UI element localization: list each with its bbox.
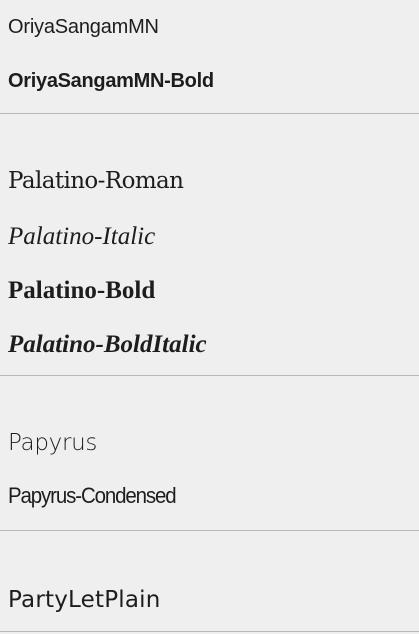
font-item-papyrus[interactable]: Papyrus: [8, 432, 97, 455]
group-divider: [0, 631, 419, 632]
font-item-palatino-italic[interactable]: Palatino-Italic: [8, 224, 155, 249]
group-divider: [0, 113, 419, 114]
font-item-oriyasangammn-bold[interactable]: OriyaSangamMN-Bold: [8, 71, 214, 91]
font-item-papyrus-condensed[interactable]: Papyrus-Condensed: [8, 485, 177, 507]
font-item-partyletplain[interactable]: PartyLetPlain: [8, 589, 161, 612]
group-divider: [0, 530, 419, 531]
font-item-oriyasangammn[interactable]: OriyaSangamMN: [8, 17, 159, 37]
font-item-palatino-roman[interactable]: Palatino-Roman: [8, 170, 184, 193]
font-item-palatino-bold[interactable]: Palatino-Bold: [8, 278, 155, 303]
font-item-palatino-bolditalic[interactable]: Palatino-BoldItalic: [8, 332, 207, 357]
font-list: OriyaSangamMN OriyaSangamMN-Bold Palatin…: [0, 0, 419, 634]
group-divider: [0, 375, 419, 376]
